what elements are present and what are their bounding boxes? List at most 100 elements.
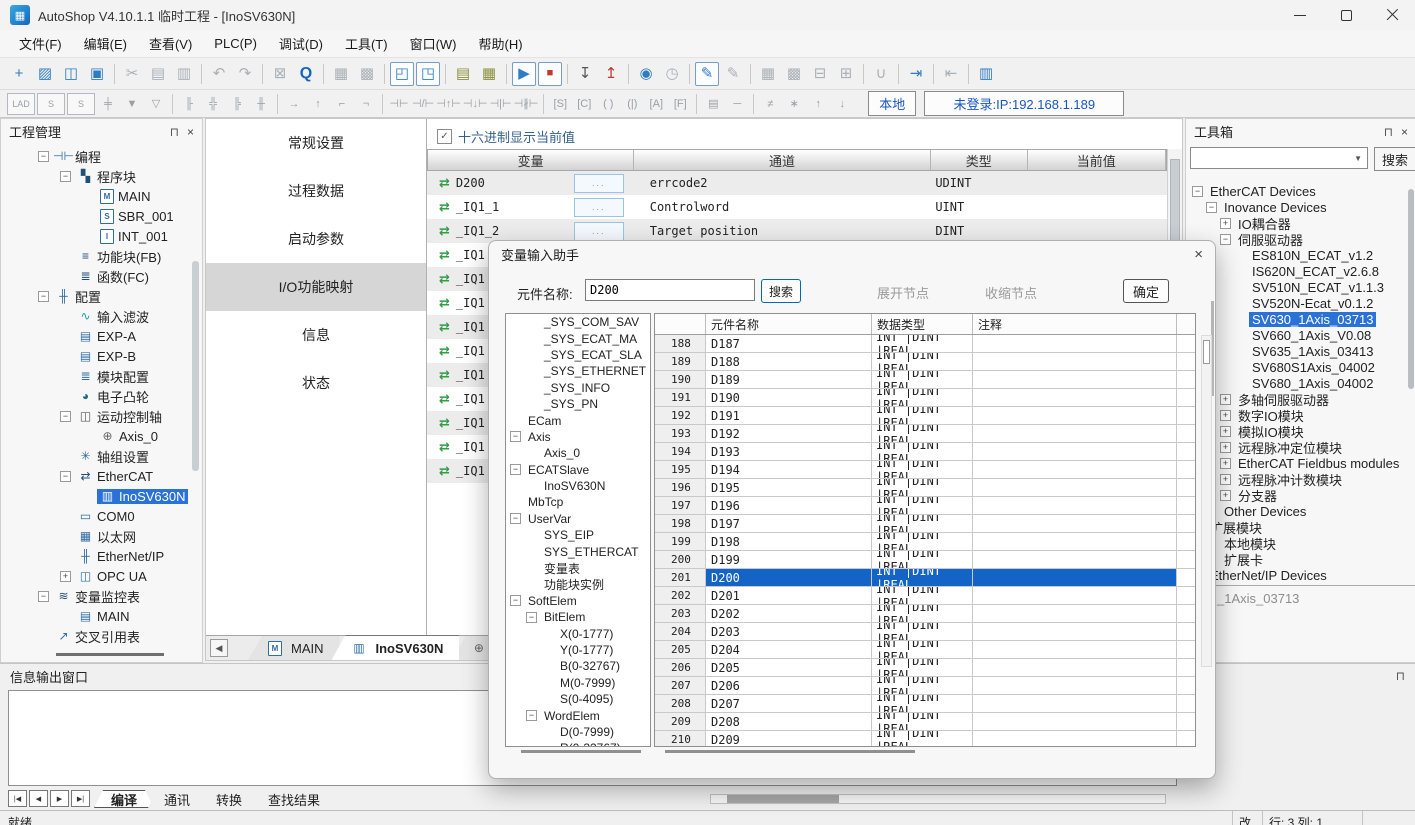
- stop-icon[interactable]: ■: [538, 62, 562, 86]
- close-icon[interactable]: ×: [187, 125, 194, 139]
- dialog-tree-item[interactable]: −SoftElem: [506, 593, 650, 609]
- device-panel-icon[interactable]: ▥: [974, 62, 998, 86]
- dialog-tree-item[interactable]: −S(0-4095): [506, 691, 650, 707]
- expand-icon[interactable]: +: [60, 571, 71, 582]
- dialog-tree-item[interactable]: −Axis_0: [506, 445, 650, 461]
- edit-note-icon[interactable]: ✎: [721, 62, 745, 86]
- login-icon[interactable]: ⇥: [904, 62, 928, 86]
- toolbox-tree-item[interactable]: +数字IO模块: [1188, 407, 1406, 423]
- contact-nc-icon[interactable]: ⊣/⊢: [412, 94, 434, 114]
- time-icon[interactable]: ◷: [660, 62, 684, 86]
- dialog-tree-item[interactable]: −SYS_EIP: [506, 527, 650, 543]
- toolbox-tree-item[interactable]: −SV680_1Axis_04002: [1188, 375, 1406, 391]
- dialog-table-row[interactable]: 206D205INT |DINT |REAL: [655, 659, 1195, 677]
- branch-open-icon[interactable]: ╟: [178, 94, 200, 114]
- dialog-table-scrollbar[interactable]: [1201, 335, 1212, 667]
- project-tree-item[interactable]: −╫EtherNet/IP: [3, 546, 188, 566]
- project-tree-item[interactable]: −≣函数(FC): [3, 266, 188, 286]
- line-corner1-icon[interactable]: ⌐: [331, 94, 353, 114]
- dialog-table-row[interactable]: 188D187INT |DINT |REAL: [655, 335, 1195, 353]
- menu-item[interactable]: 帮助(H): [468, 30, 534, 57]
- dialog-table-row[interactable]: 204D203INT |DINT |REAL: [655, 623, 1195, 641]
- download-icon[interactable]: ↧: [573, 62, 597, 86]
- toolbox-tree-item[interactable]: −SV520N-Ecat_v0.1.2: [1188, 295, 1406, 311]
- toolbox-search-button[interactable]: 搜索: [1374, 147, 1415, 171]
- usb-test-icon[interactable]: ∪: [869, 62, 893, 86]
- collapse-icon[interactable]: −: [60, 411, 71, 422]
- table-op2-icon[interactable]: ▩: [782, 62, 806, 86]
- dialog-table-row[interactable]: 207D206INT |DINT |REAL: [655, 677, 1195, 695]
- dialog-tree-item[interactable]: −_SYS_PN: [506, 396, 650, 412]
- project-tree-item[interactable]: −⇄EtherCAT: [3, 466, 188, 486]
- dialog-table-row[interactable]: 200D199INT |DINT |REAL: [655, 551, 1195, 569]
- project-tree-hscrollbar[interactable]: [56, 653, 164, 656]
- config-category-2[interactable]: 过程数据: [206, 167, 426, 215]
- dialog-tree-item[interactable]: −M(0-7999): [506, 675, 650, 691]
- dialog-tree-item[interactable]: −_SYS_COM_SAV: [506, 314, 650, 330]
- window-export-icon[interactable]: ◳: [416, 62, 440, 86]
- dialog-tree-item[interactable]: −_SYS_INFO: [506, 380, 650, 396]
- pin-icon[interactable]: ⊓: [1384, 125, 1393, 139]
- menu-item[interactable]: 查看(V): [138, 30, 203, 57]
- tab-scroll-left-button[interactable]: ◀: [210, 639, 228, 657]
- menu-item[interactable]: 调试(D): [268, 30, 334, 57]
- app-inst-icon[interactable]: [A]: [645, 94, 667, 114]
- coil-set-icon[interactable]: [S]: [549, 94, 571, 114]
- expand-icon[interactable]: +: [1220, 218, 1231, 229]
- config-category-6[interactable]: 状态: [206, 359, 426, 407]
- save-all-icon[interactable]: ▣: [85, 62, 109, 86]
- dialog-table-row[interactable]: 190D189INT |DINT |REAL: [655, 371, 1195, 389]
- save-icon[interactable]: ◫: [59, 62, 83, 86]
- contact-rise-icon[interactable]: ⊣↑⊢: [436, 94, 461, 114]
- dialog-tree-item[interactable]: −D(0-7999): [506, 724, 650, 740]
- dialog-tree-item[interactable]: −Axis: [506, 429, 650, 445]
- output-tab-2[interactable]: 通讯: [148, 790, 206, 808]
- dialog-tree-item[interactable]: −_SYS_ECAT_MA: [506, 330, 650, 346]
- project-tree-item[interactable]: −▤EXP-B: [3, 346, 188, 366]
- dialog-tree-item[interactable]: −R(0-32767): [506, 740, 650, 747]
- table-op4-icon[interactable]: ⊞: [834, 62, 858, 86]
- output-hscrollbar[interactable]: [710, 794, 1166, 804]
- project-tree-item[interactable]: −▤EXP-A: [3, 326, 188, 346]
- ok-button[interactable]: 确定: [1123, 279, 1169, 303]
- io-table-row[interactable]: ⇄D200...errcode2UDINT: [427, 171, 1167, 195]
- dialog-tree-item[interactable]: −ECam: [506, 412, 650, 428]
- project-tree-item[interactable]: −∿输入滤波: [3, 306, 188, 326]
- dialog-table-row[interactable]: 194D193INT |DINT |REAL: [655, 443, 1195, 461]
- new-file-icon[interactable]: +: [7, 62, 31, 86]
- expand-icon[interactable]: +: [1220, 490, 1231, 501]
- dialog-table-hscrollbar[interactable]: [665, 750, 915, 753]
- contact-fall-icon[interactable]: ⊣↓⊢: [463, 94, 488, 114]
- grid-icon[interactable]: ▤: [702, 94, 724, 114]
- toolbox-tree-item[interactable]: +多轴伺服驱动器: [1188, 391, 1406, 407]
- dialog-table-row[interactable]: 203D202INT |DINT |REAL: [655, 605, 1195, 623]
- config-category-1[interactable]: 常规设置: [206, 119, 426, 167]
- dialog-tree-item[interactable]: −B(0-32767): [506, 658, 650, 674]
- dialog-tree-item[interactable]: −InoSV630N: [506, 478, 650, 494]
- project-tree-item[interactable]: −▦以太网: [3, 526, 188, 546]
- toolbox-tree-item[interactable]: +分支器: [1188, 487, 1406, 503]
- maximize-button[interactable]: [1323, 0, 1369, 30]
- move-down-icon[interactable]: ↓: [831, 94, 853, 114]
- logout-icon[interactable]: ⇤: [939, 62, 963, 86]
- nav-first-icon[interactable]: |◀: [8, 790, 27, 807]
- document-tab-InoSV630N[interactable]: ▥InoSV630N: [332, 635, 460, 660]
- expand-icon[interactable]: +: [1220, 410, 1231, 421]
- dialog-table-row[interactable]: 189D188INT |DINT |REAL: [655, 353, 1195, 371]
- menu-item[interactable]: 编辑(E): [73, 30, 138, 57]
- project-tree-item[interactable]: −◫运动控制轴: [3, 406, 188, 426]
- collapse-icon[interactable]: −: [38, 151, 49, 162]
- project-tree-item[interactable]: −▥InoSV630N: [3, 486, 188, 506]
- run-icon[interactable]: ▶: [512, 62, 536, 86]
- config-category-3[interactable]: 启动参数: [206, 215, 426, 263]
- toolbox-tree-item[interactable]: +EtherCAT Fieldbus modules: [1188, 455, 1406, 471]
- dialog-table-row[interactable]: 210D209INT |DINT |REAL: [655, 731, 1195, 747]
- dialog-table-row[interactable]: 198D197INT |DINT |REAL: [655, 515, 1195, 533]
- dialog-tree-hscrollbar[interactable]: [521, 750, 641, 753]
- toolbox-tree-item[interactable]: −EtherNet/IP Devices: [1188, 567, 1406, 583]
- toolbox-tree-item[interactable]: −本地模块: [1188, 535, 1406, 551]
- project-tree-item[interactable]: −⊣⊢编程: [3, 146, 188, 166]
- toolbox-tree-item[interactable]: −SV680S1Axis_04002: [1188, 359, 1406, 375]
- dialog-table-row[interactable]: 191D190INT |DINT |REAL: [655, 389, 1195, 407]
- dialog-tree-item[interactable]: −UserVar: [506, 511, 650, 527]
